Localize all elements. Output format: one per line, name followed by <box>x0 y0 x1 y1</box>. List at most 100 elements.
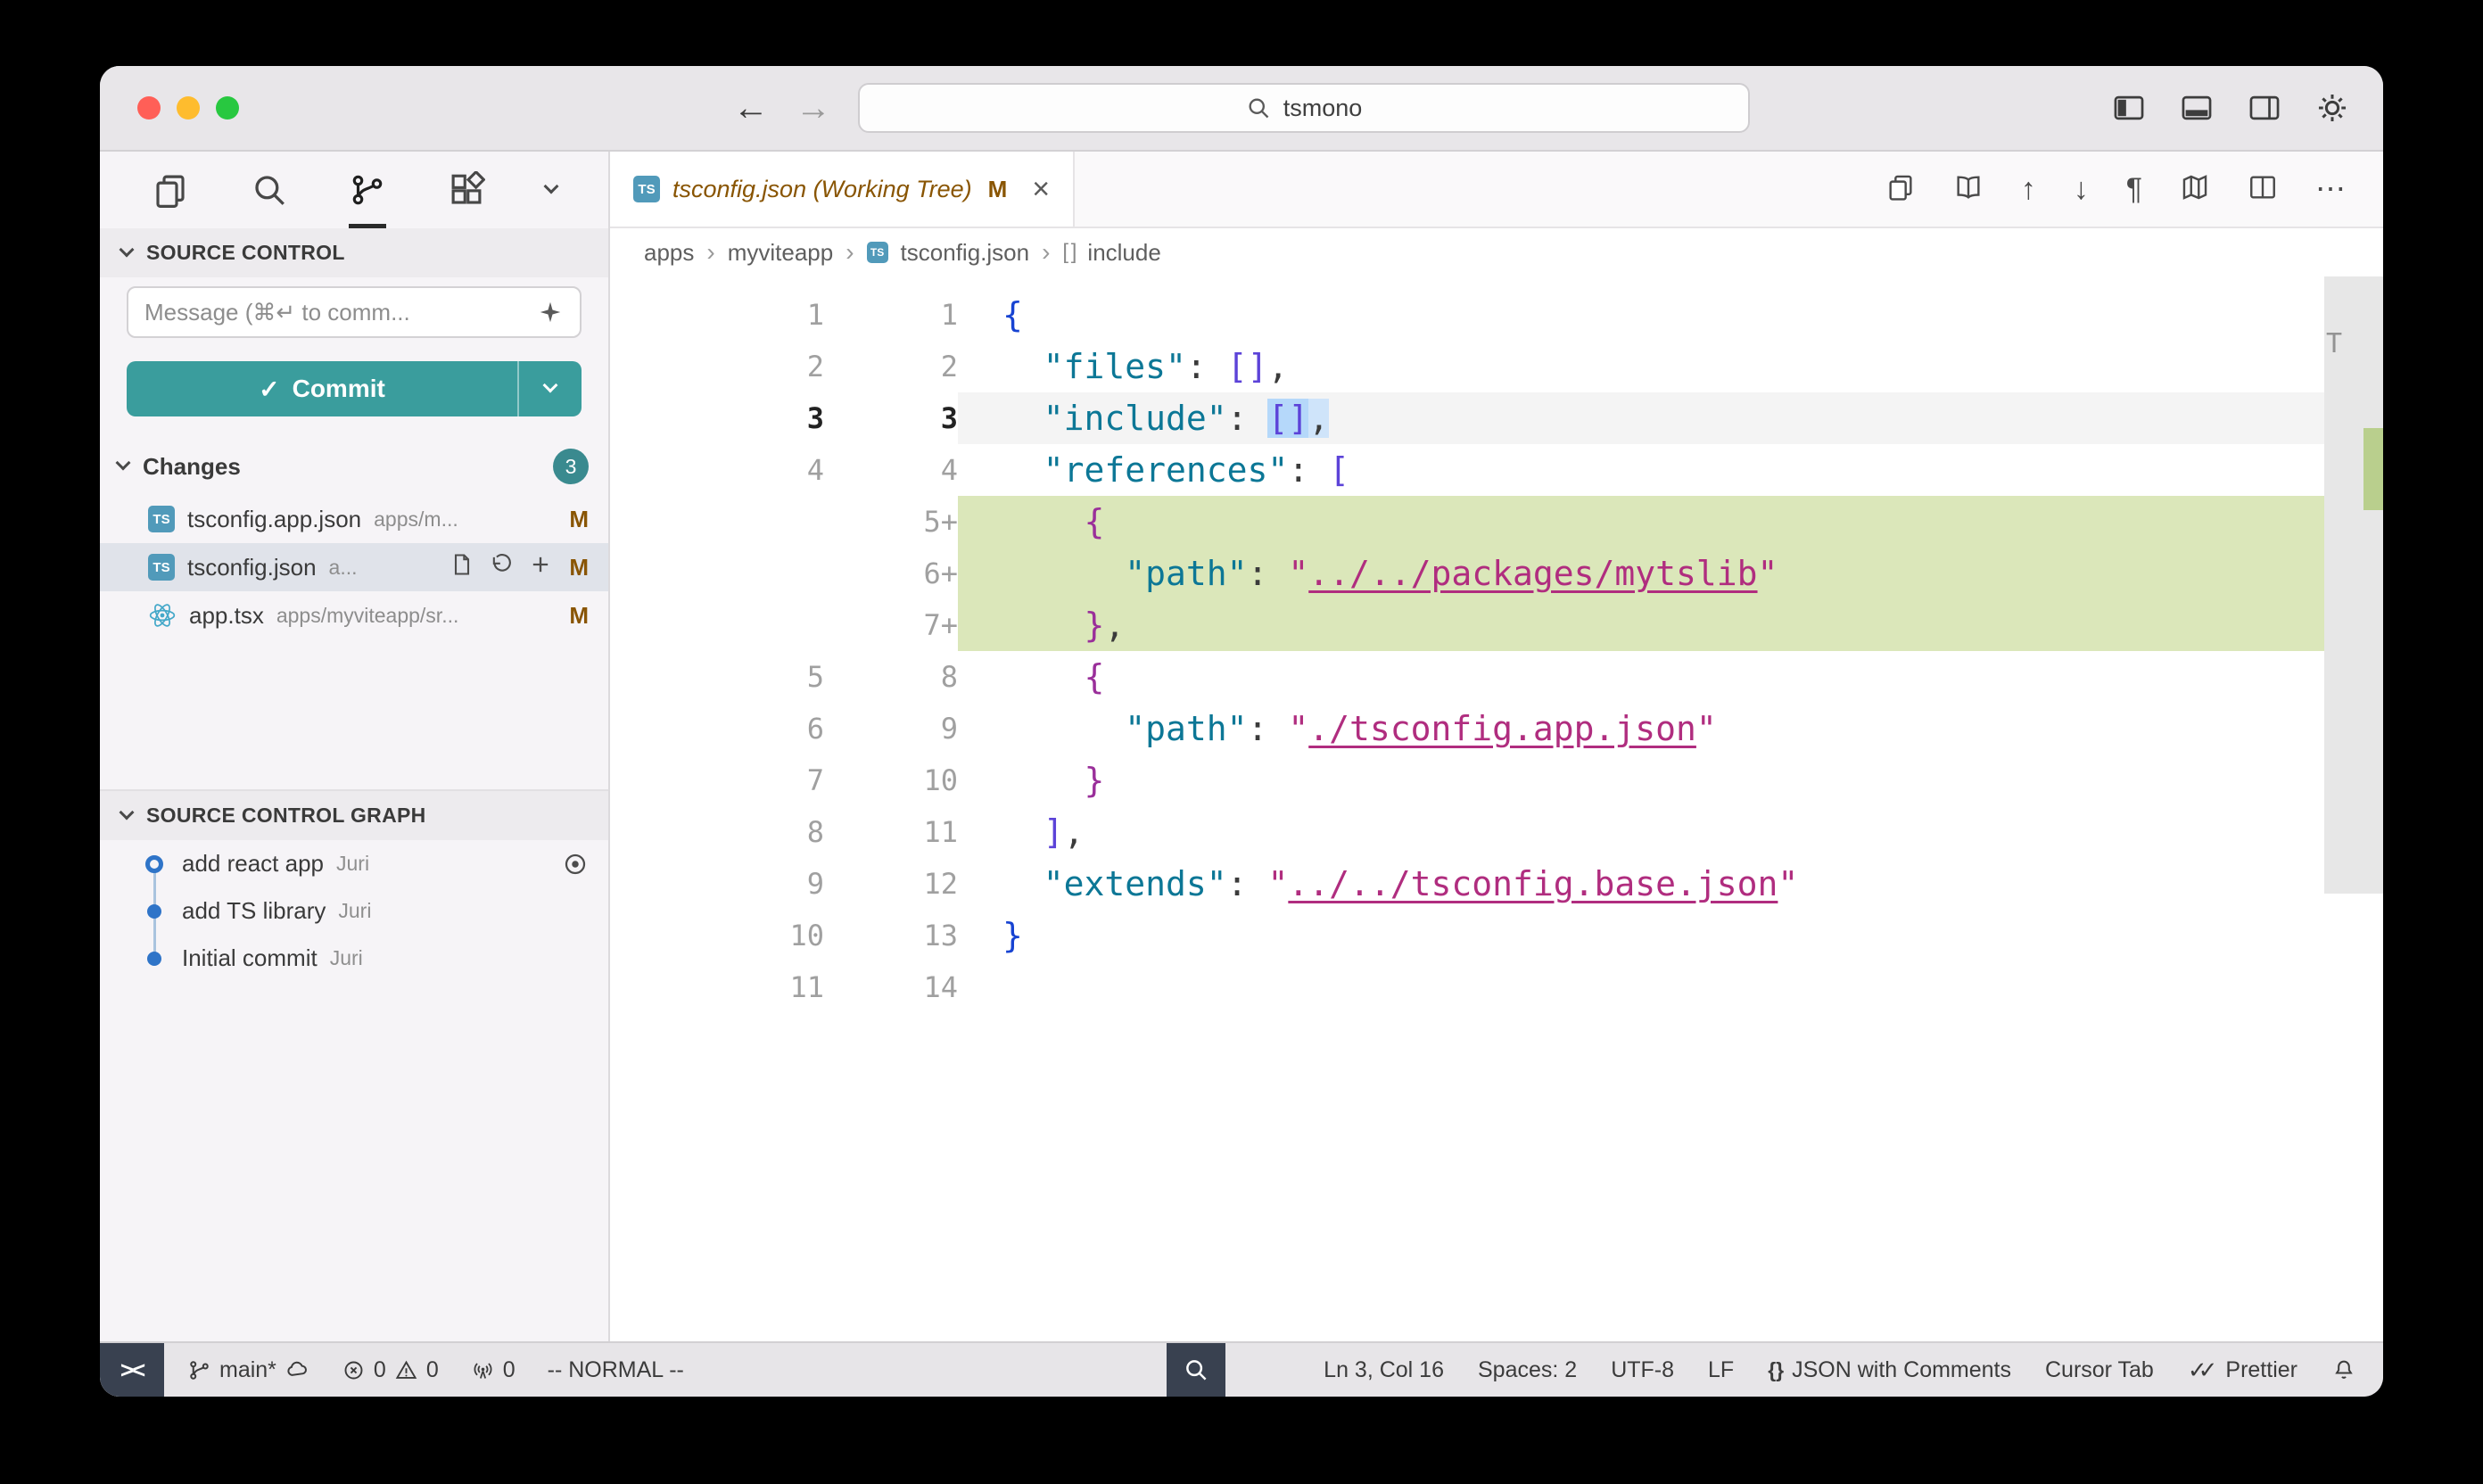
code-token <box>1002 554 1125 593</box>
code-text: { <box>958 496 2324 548</box>
minimize-window-button[interactable] <box>177 96 200 120</box>
search-view-icon[interactable] <box>251 152 288 228</box>
code-line[interactable]: 5+ { <box>610 496 2324 548</box>
code-line[interactable]: 33 "include": [], <box>610 392 2324 444</box>
code-line[interactable]: 912 "extends": "../../tsconfig.base.json… <box>610 858 2324 910</box>
eol-status[interactable]: LF <box>1708 1357 1734 1383</box>
cursor-position-status[interactable]: Ln 3, Col 16 <box>1324 1357 1444 1383</box>
open-file-icon[interactable] <box>450 552 474 583</box>
indentation-status[interactable]: Spaces: 2 <box>1478 1357 1577 1383</box>
modified-status-badge: M <box>569 554 589 581</box>
code-line[interactable]: 710 } <box>610 754 2324 806</box>
toggle-panel-icon[interactable] <box>2180 91 2214 125</box>
next-change-icon[interactable]: ↓ <box>2074 174 2089 204</box>
code-line[interactable]: 1114 <box>610 961 2324 1013</box>
back-icon[interactable]: ← <box>733 90 769 126</box>
commit-message-input[interactable]: Message (⌘↵ to comm... <box>127 286 582 338</box>
compare-changes-icon[interactable] <box>1885 172 1916 207</box>
code-token: : <box>1186 347 1227 386</box>
line-number-old: 5 <box>610 651 824 703</box>
code-token <box>1002 812 1044 852</box>
line-number-old: 3 <box>610 392 824 444</box>
language-mode-status[interactable]: {} JSON with Comments <box>1768 1357 2011 1383</box>
code-line[interactable]: 1013} <box>610 910 2324 961</box>
code-line[interactable]: 6+ "path": "../../packages/mytslib" <box>610 548 2324 599</box>
commit-dropdown-button[interactable] <box>517 361 582 416</box>
remote-indicator[interactable]: >< <box>100 1343 164 1397</box>
problems-status[interactable]: 0 0 <box>342 1357 439 1383</box>
source-control-icon[interactable] <box>349 152 386 228</box>
zoom-indicator[interactable] <box>1167 1343 1225 1397</box>
code-line[interactable]: 7+ }, <box>610 599 2324 651</box>
code-token: { <box>1002 295 1023 334</box>
commit-button[interactable]: ✓ Commit <box>127 361 582 416</box>
file-name: tsconfig.json <box>187 554 317 581</box>
changed-file-row-selected[interactable]: TS tsconfig.json a... M <box>100 543 608 591</box>
code-line[interactable]: 22 "files": [], <box>610 341 2324 392</box>
code-text: "extends": "../../tsconfig.base.json" <box>958 858 2324 910</box>
publish-cloud-icon <box>285 1357 309 1382</box>
breadcrumb-item-apps[interactable]: apps <box>644 239 694 267</box>
stage-changes-icon[interactable] <box>528 552 553 583</box>
changes-section-header[interactable]: Changes 3 <box>100 438 608 495</box>
code-line[interactable]: 811 ], <box>610 806 2324 858</box>
source-control-section-header[interactable]: SOURCE CONTROL <box>100 228 608 277</box>
commit-row[interactable]: add react app Juri <box>100 840 608 887</box>
code-token: , <box>1104 606 1125 645</box>
code-token: [] <box>1227 347 1268 386</box>
commit-row[interactable]: add TS library Juri <box>100 887 608 935</box>
changed-file-row[interactable]: app.tsx apps/myviteapp/sr... M <box>100 591 608 639</box>
split-editor-icon[interactable] <box>2248 172 2278 207</box>
breadcrumb-item-tsconfig[interactable]: tsconfig.json <box>901 239 1030 267</box>
code-text: "include": [], <box>958 392 2324 444</box>
code-line[interactable]: 58 { <box>610 651 2324 703</box>
code-text: "path": "./tsconfig.app.json" <box>958 703 2324 754</box>
notifications-bell[interactable] <box>2331 1357 2356 1382</box>
previous-change-icon[interactable]: ↑ <box>2021 174 2036 204</box>
toggle-primary-sidebar-icon[interactable] <box>2112 91 2146 125</box>
map-icon[interactable] <box>2180 172 2210 207</box>
scrollbar-slider[interactable] <box>2324 276 2383 894</box>
more-views-chevron-icon[interactable] <box>546 152 557 228</box>
tab-tsconfig-json[interactable]: TS tsconfig.json (Working Tree) M × <box>610 152 1075 227</box>
code-line[interactable]: 69 "path": "./tsconfig.app.json" <box>610 703 2324 754</box>
code-token: ] <box>1044 812 1064 852</box>
close-tab-icon[interactable]: × <box>1032 174 1050 204</box>
code-line[interactable]: 11{ <box>610 289 2324 341</box>
search-input[interactable]: tsmono <box>858 83 1750 133</box>
breadcrumb-item-include[interactable]: include <box>1087 239 1160 267</box>
extensions-icon[interactable] <box>448 152 485 228</box>
changed-file-row[interactable]: TS tsconfig.app.json apps/m... M <box>100 495 608 543</box>
explorer-icon[interactable] <box>152 152 189 228</box>
line-number-new: 1 <box>824 289 958 341</box>
close-window-button[interactable] <box>137 96 161 120</box>
file-path: a... <box>329 556 438 580</box>
code-line[interactable]: 44 "references": [ <box>610 444 2324 496</box>
settings-gear-icon[interactable] <box>2315 91 2349 125</box>
code-token <box>1002 864 1044 903</box>
sparkle-icon[interactable] <box>537 299 564 326</box>
zoom-window-button[interactable] <box>216 96 239 120</box>
encoding-status[interactable]: UTF-8 <box>1611 1357 1674 1383</box>
ports-status[interactable]: 0 <box>471 1357 516 1383</box>
vscode-window: ← → tsmono SOURCE C <box>100 66 2383 1397</box>
forward-icon[interactable]: → <box>796 90 831 126</box>
vim-mode-status[interactable]: -- NORMAL -- <box>548 1357 684 1383</box>
line-number-old: 7 <box>610 754 824 806</box>
branch-status[interactable]: main* <box>187 1357 309 1383</box>
source-control-graph-header[interactable]: SOURCE CONTROL GRAPH <box>100 789 608 840</box>
formatter-status[interactable]: ✓✓ Prettier <box>2188 1356 2297 1384</box>
toggle-secondary-sidebar-icon[interactable] <box>2248 91 2281 125</box>
more-actions-icon[interactable]: ⋯ <box>2315 174 2346 204</box>
discard-changes-icon[interactable] <box>489 552 514 583</box>
checked-out-target-icon[interactable] <box>562 851 589 878</box>
breadcrumb-item-myviteapp[interactable]: myviteapp <box>728 239 834 267</box>
array-symbol-icon: [ ] <box>1062 240 1075 265</box>
modified-status-badge: M <box>569 602 589 630</box>
commit-row[interactable]: Initial commit Juri <box>100 935 608 982</box>
code-token <box>1002 502 1085 541</box>
book-icon[interactable] <box>1953 172 1984 207</box>
whitespace-toggle-icon[interactable]: ¶ <box>2126 174 2142 204</box>
scrollbar[interactable]: T <box>2324 276 2383 1341</box>
cursor-tab-status[interactable]: Cursor Tab <box>2045 1357 2154 1383</box>
